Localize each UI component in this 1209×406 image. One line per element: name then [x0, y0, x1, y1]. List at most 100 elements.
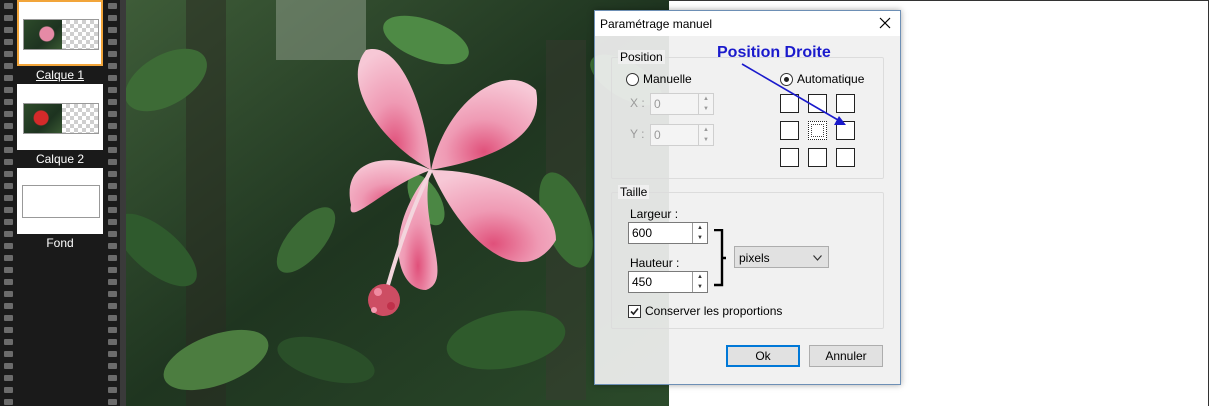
film-perforation: [108, 339, 117, 345]
film-perforation: [4, 303, 13, 309]
film-perforation: [4, 399, 13, 405]
layer-item-calque-1[interactable]: Calque 1: [17, 0, 103, 83]
anchor-top-right[interactable]: [836, 94, 855, 113]
film-perforation: [4, 207, 13, 213]
width-spinner[interactable]: ▲▼: [628, 222, 708, 244]
film-perforation: [4, 51, 13, 57]
height-spinner-arrows[interactable]: ▲ ▼: [692, 272, 707, 292]
film-perforation: [4, 219, 13, 225]
dialog-titlebar[interactable]: Paramétrage manuel: [595, 11, 900, 36]
film-perforation: [4, 3, 13, 9]
image-canvas[interactable]: [126, 0, 669, 406]
cancel-button[interactable]: Annuler: [809, 345, 883, 367]
film-perforation: [108, 315, 117, 321]
film-perforation: [4, 255, 13, 261]
film-perforation: [108, 135, 117, 141]
layer-item-calque-2[interactable]: Calque 2: [17, 84, 103, 167]
anchor-top-left[interactable]: [780, 94, 799, 113]
height-label: Hauteur :: [630, 256, 680, 270]
anchor-top-center[interactable]: [808, 94, 827, 113]
film-perforation: [4, 375, 13, 381]
automatic-radio-label: Automatique: [797, 72, 865, 86]
manual-radio[interactable]: Manuelle: [626, 72, 692, 86]
film-perforation: [4, 279, 13, 285]
film-perforation: [108, 3, 117, 9]
position-group-title: Position: [618, 50, 665, 64]
film-perforation: [108, 171, 117, 177]
anchor-middle-right[interactable]: [836, 121, 855, 140]
film-perforation: [108, 387, 117, 393]
keep-proportions-label: Conserver les proportions: [645, 304, 783, 318]
anchor-center[interactable]: [808, 121, 827, 140]
link-bracket-icon: [714, 229, 726, 287]
film-perforation: [108, 27, 117, 33]
film-perforation: [4, 183, 13, 189]
film-perforations-right: [106, 0, 120, 406]
film-perforation: [4, 63, 13, 69]
x-spinner-arrows[interactable]: ▲ ▼: [698, 94, 713, 114]
film-perforation: [108, 351, 117, 357]
unit-select[interactable]: pixels: [734, 246, 829, 268]
ok-button[interactable]: Ok: [726, 345, 800, 367]
film-perforation: [4, 87, 13, 93]
film-perforation: [108, 231, 117, 237]
film-perforation: [108, 243, 117, 249]
x-spinner[interactable]: ▲▼: [650, 93, 714, 115]
anchor-bottom-center[interactable]: [808, 148, 827, 167]
width-label: Largeur :: [630, 207, 679, 221]
film-perforation: [108, 87, 117, 93]
film-perforation: [4, 135, 13, 141]
film-perforation: [108, 207, 117, 213]
close-icon: [879, 17, 891, 29]
film-perforation: [108, 147, 117, 153]
film-perforation: [108, 15, 117, 21]
film-perforation: [4, 363, 13, 369]
film-perforation: [108, 183, 117, 189]
film-perforation: [4, 339, 13, 345]
manual-radio-circle[interactable]: [626, 72, 639, 86]
layer-thumbnail-image: [23, 103, 99, 134]
film-perforation: [4, 27, 13, 33]
film-perforation: [108, 195, 117, 201]
width-spinner-arrows[interactable]: ▲ ▼: [692, 223, 707, 243]
anchor-middle-left[interactable]: [780, 121, 799, 140]
film-perforation: [108, 99, 117, 105]
close-button[interactable]: [874, 13, 896, 33]
film-perforation: [4, 195, 13, 201]
film-perforation: [108, 327, 117, 333]
anchor-bottom-right[interactable]: [836, 148, 855, 167]
layer-name: Calque 2: [35, 152, 85, 166]
unit-select-value: pixels: [739, 251, 770, 265]
film-perforation: [108, 111, 117, 117]
layer-thumbnail[interactable]: [17, 168, 103, 234]
film-perforation: [4, 111, 13, 117]
film-perforation: [4, 15, 13, 21]
layer-thumbnail[interactable]: [17, 0, 103, 66]
film-perforation: [4, 171, 13, 177]
film-perforation: [4, 243, 13, 249]
manual-radio-label: Manuelle: [643, 72, 692, 86]
manual-settings-dialog: Paramétrage manuel Position Manuelle X :…: [594, 10, 901, 385]
x-label: X :: [630, 96, 645, 110]
film-perforation: [108, 51, 117, 57]
automatic-radio[interactable]: Automatique: [780, 72, 864, 86]
film-perforation: [4, 327, 13, 333]
layer-thumbnail-image: [23, 19, 99, 50]
keep-proportions-checkbox[interactable]: Conserver les proportions: [628, 304, 782, 318]
film-perforation: [108, 39, 117, 45]
film-perforation: [4, 99, 13, 105]
annotation-label: Position Droite: [717, 44, 831, 61]
film-perforation: [108, 291, 117, 297]
anchor-bottom-left[interactable]: [780, 148, 799, 167]
position-group: Position Manuelle X : ▲▼ Y : ▲▼ Automati…: [611, 50, 884, 179]
film-perforation: [4, 159, 13, 165]
dialog-title: Paramétrage manuel: [600, 17, 713, 31]
layer-thumbnail[interactable]: [17, 84, 103, 150]
layer-item-fond[interactable]: Fond: [17, 168, 103, 251]
y-spinner[interactable]: ▲▼: [650, 124, 714, 146]
automatic-radio-circle[interactable]: [780, 72, 793, 86]
y-spinner-arrows[interactable]: ▲ ▼: [698, 125, 713, 145]
keep-proportions-box[interactable]: [628, 304, 641, 318]
height-spinner[interactable]: ▲▼: [628, 271, 708, 293]
film-perforation: [108, 363, 117, 369]
